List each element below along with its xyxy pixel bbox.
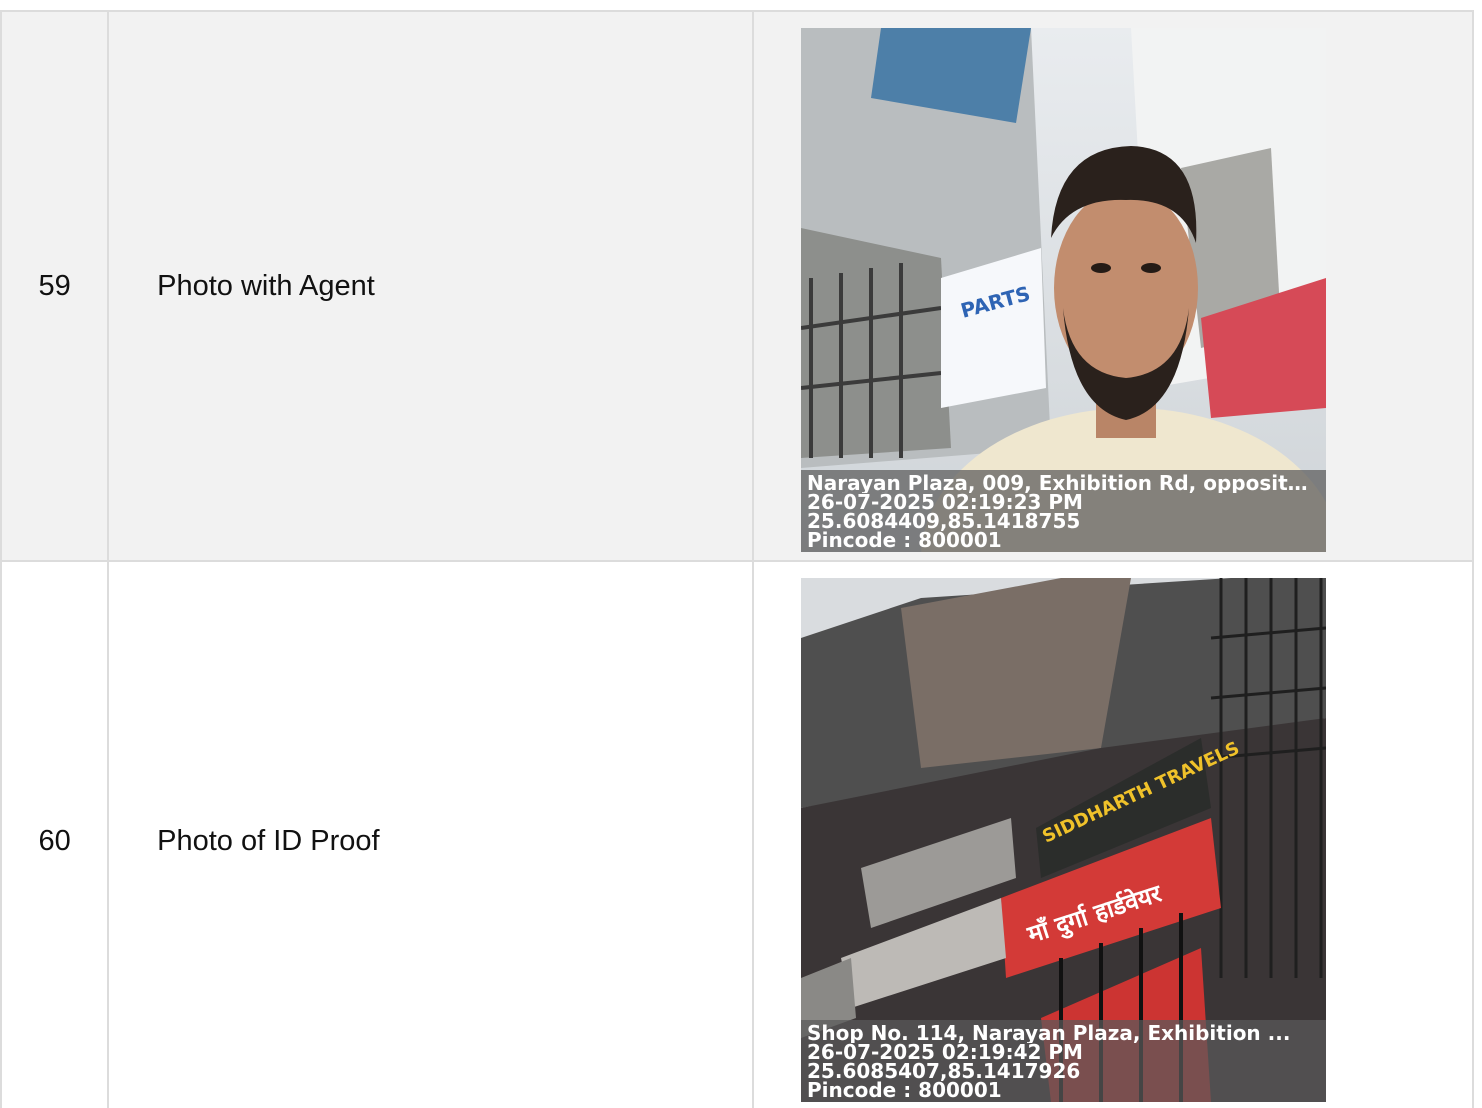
table-row: 60 Photo of ID Proof SIDDHARTH TRAVELS म…: [0, 560, 1474, 1108]
geo-timestamp-stamp: Shop No. 114, Narayan Plaza, Exhibition …: [801, 1020, 1327, 1102]
stamp-pincode: Pincode : 800001: [807, 1081, 1002, 1100]
geo-timestamp-stamp: Narayan Plaza, 009, Exhibition Rd, oppos…: [801, 470, 1327, 552]
serial-number: 59: [0, 10, 110, 562]
row-label: Photo with Agent: [107, 10, 755, 562]
photo-cell: SIDDHARTH TRAVELS माँ दुर्गा हार्डवेयर S…: [752, 560, 1474, 1108]
stamp-coordinates: 25.6085407,85.1417926: [807, 1062, 1081, 1081]
stamp-pincode: Pincode : 800001: [807, 531, 1002, 550]
stamp-address: Shop No. 114, Narayan Plaza, Exhibition …: [807, 1024, 1291, 1043]
photo-cell: PARTS Narayan Plaza, 009, Exhibition Rd,: [752, 10, 1474, 562]
stamp-address: Narayan Plaza, 009, Exhibition Rd, oppos…: [807, 474, 1320, 493]
stamp-datetime: 26-07-2025 02:19:42 PM: [807, 1043, 1083, 1062]
photo-table: 59 Photo with Agent PARTS Narayan Plaza,…: [0, 10, 1474, 1108]
serial-number: 60: [0, 560, 110, 1108]
row-label: Photo of ID Proof: [107, 560, 755, 1108]
document-page: 59 Photo with Agent PARTS Narayan Plaza,…: [0, 0, 1482, 1108]
shopfront-photo[interactable]: SIDDHARTH TRAVELS माँ दुर्गा हार्डवेयर S…: [801, 578, 1327, 1102]
table-row: 59 Photo with Agent PARTS Narayan Plaza,…: [0, 10, 1474, 562]
stamp-datetime: 26-07-2025 02:19:23 PM: [807, 493, 1083, 512]
stamp-coordinates: 25.6084409,85.1418755: [807, 512, 1081, 531]
agent-selfie-photo[interactable]: PARTS Narayan Plaza, 009, Exhibition Rd,: [801, 28, 1327, 552]
